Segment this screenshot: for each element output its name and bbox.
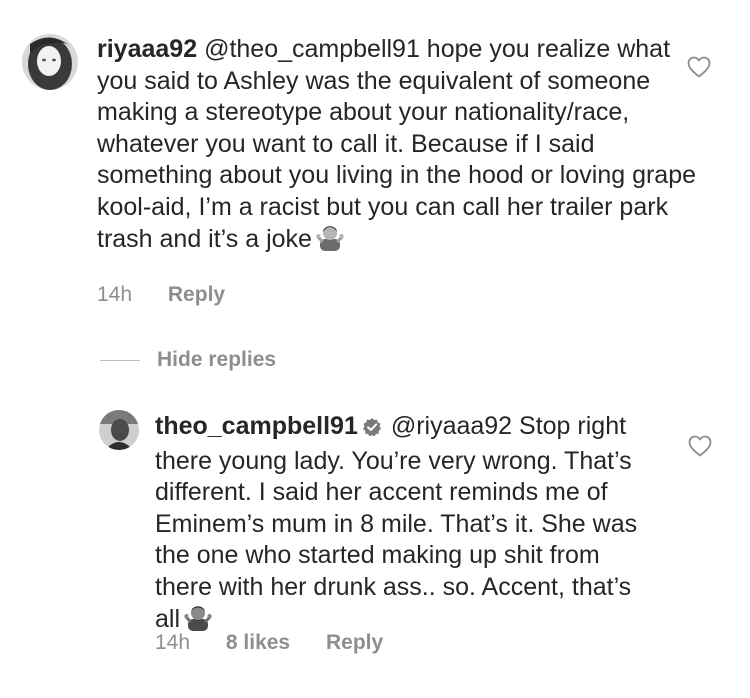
like-heart-icon[interactable] xyxy=(688,435,712,462)
hide-replies-button[interactable]: Hide replies xyxy=(100,345,276,375)
likes-count[interactable]: 8 likes xyxy=(226,631,290,654)
comment-timestamp: 14h xyxy=(155,631,191,654)
like-heart-icon[interactable] xyxy=(687,56,711,83)
avatar-riyaaa92[interactable] xyxy=(22,34,78,90)
comment-message: @riyaaa92 Stop right there young lady. Y… xyxy=(155,412,638,633)
woman-shrugging-icon xyxy=(316,223,344,260)
comment-meta: 14h Reply xyxy=(97,283,255,307)
comment-username[interactable]: theo_campbell91 xyxy=(155,412,358,440)
reply-button[interactable]: Reply xyxy=(168,283,225,306)
avatar-theo-campbell91[interactable] xyxy=(99,410,139,450)
comment-timestamp: 14h xyxy=(97,283,133,306)
comment-text: riyaaa92 @theo_campbell91 hope you reali… xyxy=(97,34,697,260)
hide-replies-label: Hide replies xyxy=(157,348,277,371)
hide-replies-divider xyxy=(100,359,140,361)
verified-badge-icon xyxy=(362,414,382,446)
comment-username[interactable]: riyaaa92 xyxy=(97,35,197,63)
comment-meta: 14h 8 likes Reply xyxy=(155,631,413,655)
comment-text: theo_campbell91 @riyaaa92 Stop right the… xyxy=(155,411,655,640)
reply-button[interactable]: Reply xyxy=(326,631,383,654)
comment-message: @theo_campbell91 hope you realize what y… xyxy=(97,35,697,253)
